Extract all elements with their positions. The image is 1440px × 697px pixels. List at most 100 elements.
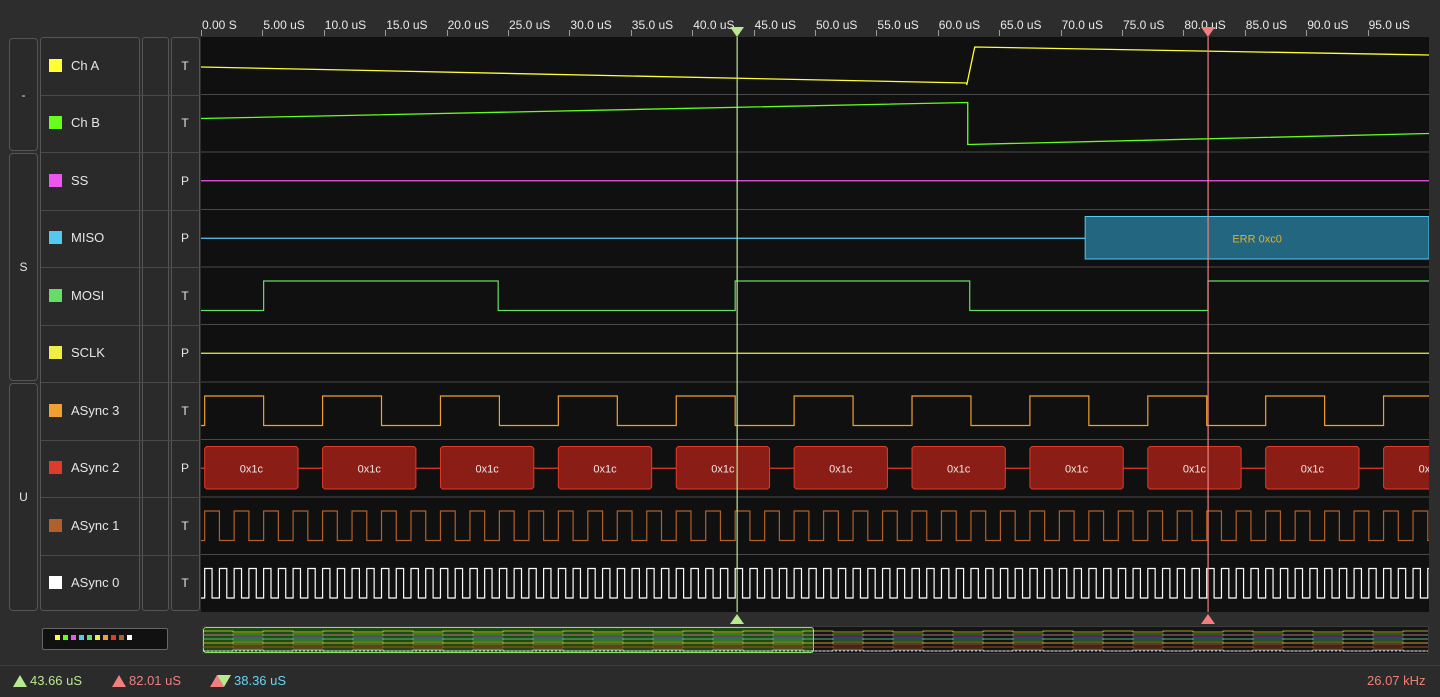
overview-dot [55, 635, 60, 640]
channel-group-1[interactable]: S [9, 153, 38, 381]
waveform-ch-b [201, 101, 1429, 146]
overview-dot [79, 635, 84, 640]
channel-color-swatch[interactable] [49, 231, 62, 245]
channel-color-swatch[interactable] [49, 173, 62, 187]
channel-mode[interactable]: T [171, 116, 199, 130]
overview-dot [127, 635, 132, 640]
group-label: - [21, 87, 26, 102]
channel-row-separator [41, 497, 200, 498]
channel-overview-icon[interactable] [42, 628, 168, 650]
ruler-tick-mark [1122, 30, 1123, 36]
channel-mode[interactable]: P [171, 346, 199, 360]
ruler-tick-label: 60.0 uS [938, 18, 981, 32]
overview-minimap[interactable] [202, 626, 1429, 654]
ruler-tick-label: 5.00 uS [263, 18, 305, 32]
overview-dot [111, 635, 116, 640]
channel-color-swatch[interactable] [49, 461, 62, 475]
minimap-trace [203, 630, 1428, 633]
ruler-tick-mark [385, 30, 387, 36]
ruler-tick-label: 45.0 uS [754, 18, 796, 32]
channel-color-swatch[interactable] [49, 518, 62, 532]
mosi-trace [201, 280, 1429, 312]
channel-mode[interactable]: T [171, 59, 199, 73]
channel-mode[interactable]: T [171, 519, 199, 533]
ruler-tick-label: 95.0 uS [1368, 18, 1410, 32]
channel-group-2[interactable]: U [9, 383, 38, 611]
channel-mode[interactable]: P [171, 461, 199, 475]
ruler-tick-label: 75.0 uS [1123, 18, 1165, 32]
channel-name[interactable]: Ch A [71, 58, 99, 73]
channel-color-swatch[interactable] [49, 58, 62, 72]
channel-mode[interactable]: T [171, 289, 199, 303]
overview-dot [63, 635, 68, 640]
overview-dot [119, 635, 124, 640]
miso-frame-label: ERR 0xc0 [1232, 233, 1282, 245]
minimap-traces [203, 630, 1428, 652]
channel-row-separator [41, 382, 200, 383]
ruler-tick-mark [201, 30, 202, 36]
channel-name[interactable]: ASync 0 [71, 575, 119, 590]
byte-frame-label: 0x1c [1183, 463, 1207, 475]
waveform-async-1 [201, 510, 1429, 542]
channel-row-separator [41, 554, 200, 556]
channel-row-separator [41, 209, 200, 211]
cursor-a-top-marker[interactable] [730, 27, 745, 37]
channel-name[interactable]: SS [71, 173, 88, 188]
channel-color-swatch[interactable] [49, 288, 62, 302]
ruler-tick-label: 50.0 uS [816, 18, 858, 32]
waveform-canvas[interactable]: ERR 0xc00x1c 0x1c 0x1c 0x1c 0x1c 0x1c 0x1c 0x1c… [201, 37, 1429, 612]
ruler-tick-label: 55.0 uS [877, 18, 919, 32]
group-label: S [19, 260, 28, 274]
channel-name[interactable]: MISO [71, 230, 104, 245]
byte-frame-label: 0x1c [711, 463, 735, 475]
channel-name[interactable]: MOSI [71, 288, 104, 303]
ruler-tick-label: 25.0 uS [509, 18, 551, 32]
ruler-tick-mark [323, 30, 325, 36]
channel-mode[interactable]: T [171, 576, 199, 590]
cursor-b-icon [112, 675, 126, 687]
byte-frame-label: 0x1c [947, 463, 971, 475]
ruler-tick-label: 10.0 uS [324, 18, 367, 32]
overview-dot [71, 635, 76, 640]
overview-dot [103, 635, 108, 640]
minimap-trace [203, 634, 1428, 637]
time-ruler[interactable]: 0.00 S 5.00 uS 10.0 uS 15.0 uS 20.0 uS 25.0 u… [200, 14, 1430, 36]
cursor-b-top-marker[interactable] [1201, 27, 1216, 37]
channel-name[interactable]: ASync 2 [71, 460, 119, 475]
ruler-tick-mark [999, 30, 1001, 36]
cursor-a-bottom-marker[interactable] [730, 614, 745, 624]
ruler-tick-label: 30.0 uS [570, 18, 612, 32]
channel-mode[interactable]: P [171, 174, 199, 188]
waveform-area[interactable]: ERR 0xc0 0x1c 0x1c 0x1c 0x1c 0x1c 0x1c 0x1c 0x1c… [201, 37, 1429, 612]
channel-color-swatch[interactable] [49, 116, 62, 130]
channel-mode[interactable]: T [171, 404, 199, 418]
ch-a-trace [201, 46, 1429, 86]
channel-name[interactable]: SCLK [71, 345, 105, 360]
ruler-tick-mark [569, 30, 571, 36]
channel-mode[interactable]: P [171, 231, 199, 245]
channel-color-swatch[interactable] [49, 576, 62, 590]
ruler-tick-mark [446, 30, 448, 36]
ruler-tick-mark [508, 30, 509, 36]
cursor-b-bottom-marker[interactable] [1201, 614, 1216, 624]
group-label: U [19, 490, 28, 504]
channel-color-swatch[interactable] [49, 403, 62, 417]
ruler-tick-mark [1183, 30, 1185, 36]
ruler-tick-label: 65.0 uS [1000, 18, 1042, 32]
channel-name[interactable]: ASync 3 [71, 403, 119, 418]
square-trace [201, 510, 1429, 542]
channel-color-swatch[interactable] [49, 346, 62, 360]
byte-frame-label: 0x1c [240, 463, 264, 475]
channel-group-0[interactable]: - [9, 38, 38, 151]
channel-name[interactable]: ASync 1 [71, 518, 119, 533]
ruler-tick-mark [1367, 30, 1369, 36]
cursor-a-time: 43.66 uS [30, 673, 83, 688]
minimap-trace [203, 642, 1428, 645]
ruler-tick-label: 40.0 uS [693, 18, 735, 32]
channel-name[interactable]: Ch B [71, 115, 100, 130]
ruler-tick-label: 90.0 uS [1307, 18, 1349, 32]
channel-row-separator [41, 94, 200, 96]
ruler-tick-mark [753, 30, 755, 36]
minimap-trace [203, 646, 1428, 649]
byte-frame-label: 0x1c [1065, 463, 1089, 475]
